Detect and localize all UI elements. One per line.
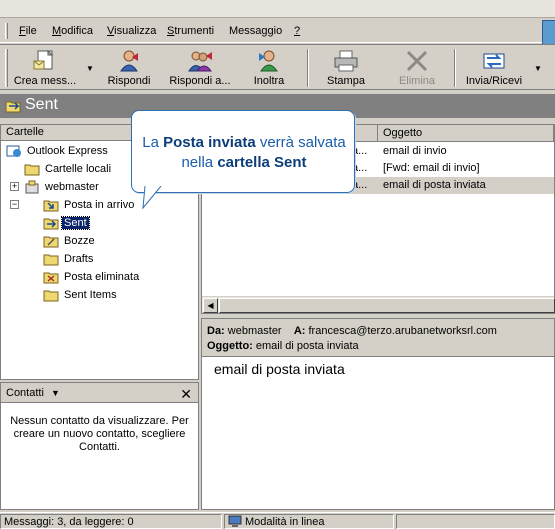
tree-item-sent-items[interactable]: Sent Items <box>43 286 119 304</box>
delete-button[interactable]: Elimina <box>394 49 440 89</box>
forward-button[interactable]: Inoltra <box>246 49 292 89</box>
close-icon[interactable]: ✕ <box>180 384 192 404</box>
tree-item-sent[interactable]: Sent <box>43 214 90 232</box>
menu-bar: File Modifica Visualizza Strumenti Messa… <box>0 19 555 43</box>
to-label: A: <box>293 325 306 337</box>
reply-all-label: Rispondi a... <box>169 75 231 87</box>
toolbar-grip[interactable] <box>5 49 8 87</box>
scrollbar-thumb[interactable] <box>219 298 555 313</box>
drafts-icon <box>43 254 59 266</box>
new-message-label: Crea mess... <box>13 75 77 87</box>
printer-icon <box>334 50 358 72</box>
computer-icon <box>228 515 242 527</box>
message-subject: [Fwd: email di invio] <box>383 162 480 174</box>
delete-label: Elimina <box>398 75 436 87</box>
window-top-strip <box>0 0 555 18</box>
contacts-header[interactable]: Contatti ▼ ✕ <box>1 383 198 403</box>
reply-label: Rispondi <box>107 75 151 87</box>
tree-item-inbox[interactable]: Posta in arrivo <box>43 196 136 214</box>
scroll-left-arrow[interactable]: ◀ <box>203 298 218 313</box>
tree-item-deleted[interactable]: Posta eliminata <box>43 268 141 286</box>
tree-item-local-folders[interactable]: Cartelle locali <box>24 160 113 178</box>
status-mode: Modalità in linea <box>224 514 394 529</box>
menu-modifica[interactable]: Modifica <box>52 25 93 37</box>
print-label: Stampa <box>327 75 365 87</box>
message-body: email di posta inviata <box>214 361 345 377</box>
menu-help[interactable]: ? <box>294 25 300 37</box>
reply-all-button[interactable]: Rispondi a... <box>164 49 236 89</box>
reply-all-icon <box>188 51 212 72</box>
tree-item-outlook-express[interactable]: Outlook Express <box>6 142 110 160</box>
status-messages: Messaggi: 3, da leggere: 0 <box>0 514 222 529</box>
tree-item-webmaster[interactable]: webmaster <box>24 178 101 196</box>
reply-button[interactable]: Rispondi <box>103 49 155 89</box>
tree-item-drafts[interactable]: Drafts <box>43 250 95 268</box>
delete-icon <box>406 50 428 72</box>
to-value: francesca@terzo.arubanetworksrl.com <box>308 325 497 337</box>
local-folders-icon <box>24 164 40 176</box>
preview-pane: Da: webmaster A: francesca@terzo.arubane… <box>201 318 555 510</box>
tree-item-bozze[interactable]: Bozze <box>43 232 97 250</box>
new-message-button[interactable]: Crea mess... <box>12 49 78 89</box>
contacts-header-label: Contatti <box>6 387 44 399</box>
reply-icon <box>120 50 138 72</box>
toolbar-separator <box>307 49 309 87</box>
send-receive-icon <box>483 53 505 69</box>
send-receive-button[interactable]: Invia/Ricevi <box>463 49 525 89</box>
send-receive-label: Invia/Ricevi <box>465 75 523 87</box>
callout-balloon: La Posta inviata verrà salvata nella car… <box>131 110 355 193</box>
subject-value: email di posta inviata <box>255 340 359 352</box>
forward-icon <box>259 50 278 72</box>
menu-grip[interactable] <box>5 23 8 39</box>
mail-server-icon <box>25 180 39 194</box>
callout-tail <box>142 186 162 210</box>
subject-label: Oggetto: <box>207 340 253 352</box>
contacts-empty-message: Nessun contatto da visualizzare. Per cre… <box>10 415 189 453</box>
from-label: Da: <box>207 325 225 337</box>
status-empty <box>396 514 555 529</box>
contacts-dropdown-icon[interactable]: ▼ <box>51 388 60 398</box>
outlook-express-icon <box>6 145 21 158</box>
menu-file[interactable]: File <box>19 25 37 37</box>
print-button[interactable]: Stampa <box>322 49 370 89</box>
new-message-dropdown-arrow[interactable]: ▼ <box>86 64 94 73</box>
message-subject: email di posta inviata <box>383 179 486 191</box>
menu-strumenti[interactable]: Strumenti <box>167 25 214 37</box>
send-receive-dropdown-arrow[interactable]: ▼ <box>534 64 542 73</box>
sent-items-icon <box>43 290 59 302</box>
sent-folder-icon <box>5 101 21 113</box>
expand-local-folders[interactable]: + <box>10 182 19 191</box>
sent-icon <box>43 218 59 230</box>
menu-visualizza[interactable]: Visualizza <box>107 25 156 37</box>
inbox-icon <box>43 200 59 212</box>
message-subject: email di invio <box>383 145 447 157</box>
toolbar: Crea mess... ▼ Rispondi Rispondi a... In… <box>0 44 555 90</box>
menu-messaggio[interactable]: Messaggio <box>229 25 282 37</box>
contacts-pane: Contatti ▼ ✕ Nessun contatto da visualiz… <box>0 382 199 510</box>
from-value: webmaster <box>227 325 282 337</box>
collapse-webmaster[interactable]: − <box>10 200 19 209</box>
drafts-folder-icon <box>43 236 59 248</box>
preview-header: Da: webmaster A: francesca@terzo.arubane… <box>202 319 554 357</box>
status-bar: Messaggi: 3, da leggere: 0 Modalità in l… <box>0 512 555 529</box>
status-mode-label: Modalità in linea <box>245 516 325 528</box>
column-header-subject[interactable]: Oggetto <box>378 125 554 142</box>
deleted-items-icon <box>43 272 59 284</box>
folder-title: Sent <box>25 96 58 113</box>
horizontal-scrollbar[interactable]: ◀ <box>202 296 555 313</box>
new-message-icon <box>33 49 54 70</box>
callout-text: La Posta inviata verrà salvata nella car… <box>142 134 346 171</box>
forward-label: Inoltra <box>253 75 285 87</box>
toolbar-separator-2 <box>454 49 456 87</box>
